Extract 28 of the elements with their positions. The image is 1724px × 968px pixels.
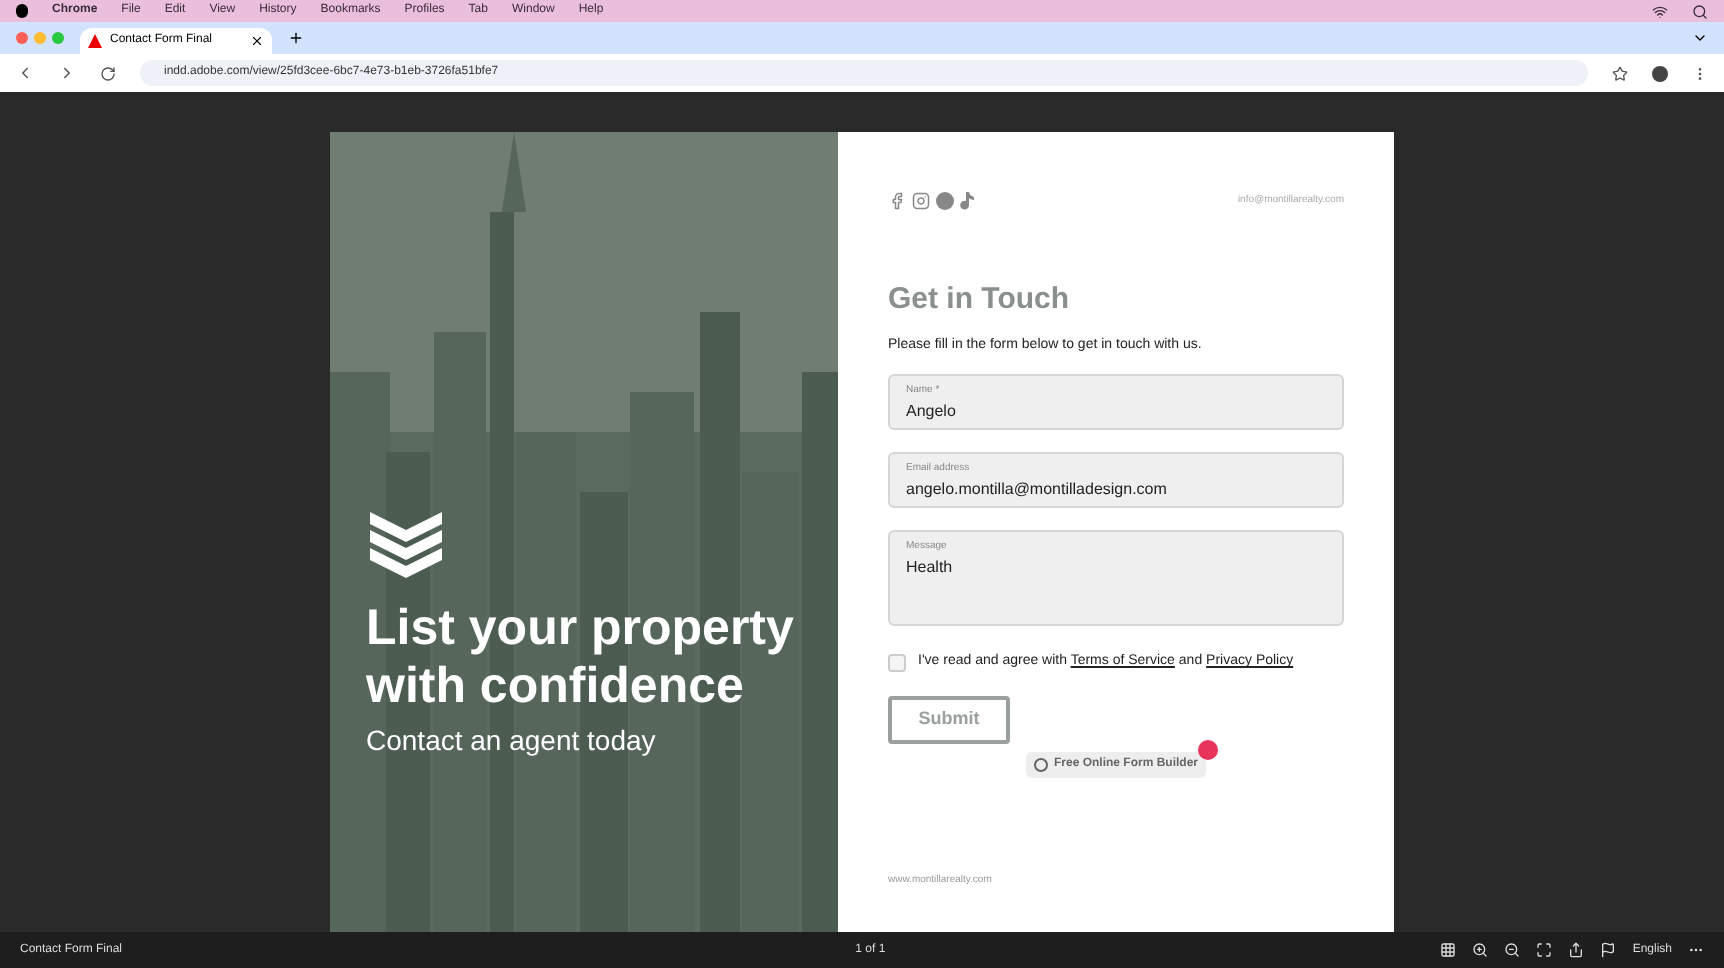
zoom-in-icon[interactable]	[1472, 942, 1489, 958]
grid-icon[interactable]	[1440, 942, 1457, 958]
form-title: Get in Touch	[888, 280, 1072, 320]
reload-icon[interactable]	[100, 65, 116, 81]
music-note-icon[interactable]	[960, 192, 974, 210]
bookmark-icon[interactable]	[1612, 65, 1628, 81]
field-value: Angelo	[906, 399, 958, 423]
chevron-logo-icon	[366, 512, 446, 580]
field-value: Health	[906, 555, 955, 579]
tab-search-icon[interactable]	[1692, 30, 1708, 46]
new-tab-icon[interactable]	[288, 30, 304, 46]
field-value: angelo.montilla@montilladesign.com	[906, 477, 1169, 501]
consent-checkbox[interactable]	[888, 653, 906, 672]
zoom-out-icon[interactable]	[1504, 942, 1521, 958]
instagram-icon[interactable]	[912, 192, 930, 210]
wifi-icon[interactable]	[1652, 3, 1668, 19]
forward-icon[interactable]	[58, 64, 76, 82]
flag-icon[interactable]	[1600, 942, 1617, 958]
share-icon[interactable]	[1568, 942, 1585, 958]
facebook-icon[interactable]	[888, 192, 906, 210]
avatar-icon[interactable]	[1652, 65, 1668, 81]
hero-subline: Contact an agent today	[366, 722, 658, 760]
hero-headline: List your property with confidence	[366, 600, 796, 716]
dismiss-badge-icon[interactable]	[1198, 739, 1218, 759]
search-icon[interactable]	[1692, 3, 1708, 19]
back-icon[interactable]	[16, 64, 34, 82]
close-icon[interactable]	[250, 34, 264, 48]
fullscreen-icon[interactable]	[1536, 942, 1553, 958]
